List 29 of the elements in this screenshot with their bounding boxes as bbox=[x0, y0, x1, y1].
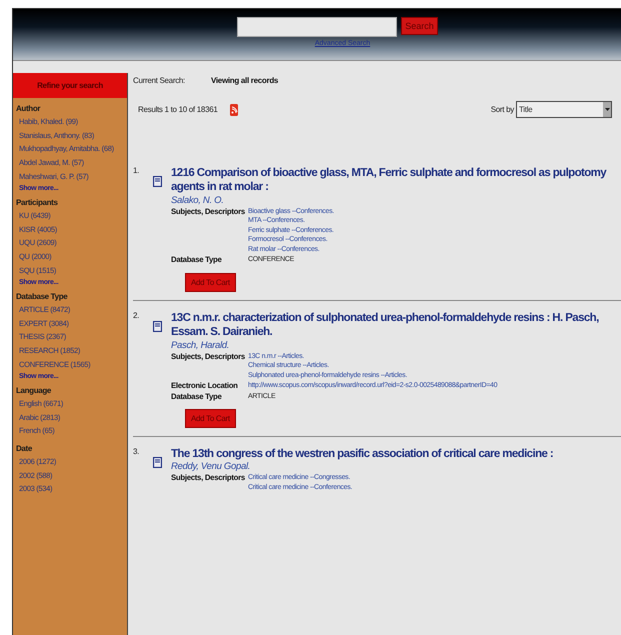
result-title[interactable]: The 13th congress of the westren pasific association of critical care medicine : bbox=[171, 447, 618, 462]
results-count: Results 1 to 10 of 18361 bbox=[138, 105, 218, 114]
book-icon bbox=[152, 176, 162, 187]
sort-select[interactable]: Title bbox=[516, 101, 612, 118]
add-to-cart-button[interactable]: Add To Cart bbox=[185, 409, 236, 428]
caret-icon bbox=[604, 108, 610, 111]
search-field[interactable] bbox=[237, 17, 398, 37]
result-author[interactable]: Pasch, Harald. bbox=[171, 340, 618, 350]
search-button[interactable]: Search bbox=[401, 17, 438, 35]
facet-title: Participants bbox=[16, 198, 59, 207]
result-number: 2. bbox=[133, 310, 140, 322]
book-icon bbox=[152, 320, 162, 332]
rss-icon[interactable] bbox=[230, 104, 238, 116]
add-to-cart-button[interactable]: Add To Cart bbox=[185, 272, 236, 292]
book-icon bbox=[152, 457, 162, 468]
facet-title: Language bbox=[16, 386, 52, 395]
facet-title: Database Type bbox=[16, 292, 68, 301]
current-search-label: Current Search: bbox=[133, 76, 185, 85]
sidebar-heading: Refine your search bbox=[13, 73, 127, 98]
result-number: 3. bbox=[133, 447, 140, 458]
result-number: 1. bbox=[133, 166, 140, 177]
facet-title: Date bbox=[16, 444, 33, 453]
result-author[interactable]: Reddy, Venu Gopal. bbox=[171, 461, 618, 472]
result-title[interactable]: 13C n.m.r. characterization of sulphonated urea-phenol-formaldehyde resins : H. Pasch, Essam. S. Dairanieh. bbox=[171, 310, 618, 340]
current-search-value: Viewing all records bbox=[210, 76, 278, 85]
result-author[interactable]: Salako, N. O. bbox=[171, 194, 618, 206]
result-title[interactable]: 1216 Comparison of bioactive glass, MTA, Ferric sulphate and formocresol as pulpotomy agents in rat molar : bbox=[171, 166, 618, 195]
sort-label: Sort by bbox=[490, 105, 514, 114]
facet-title: Author bbox=[16, 104, 42, 113]
